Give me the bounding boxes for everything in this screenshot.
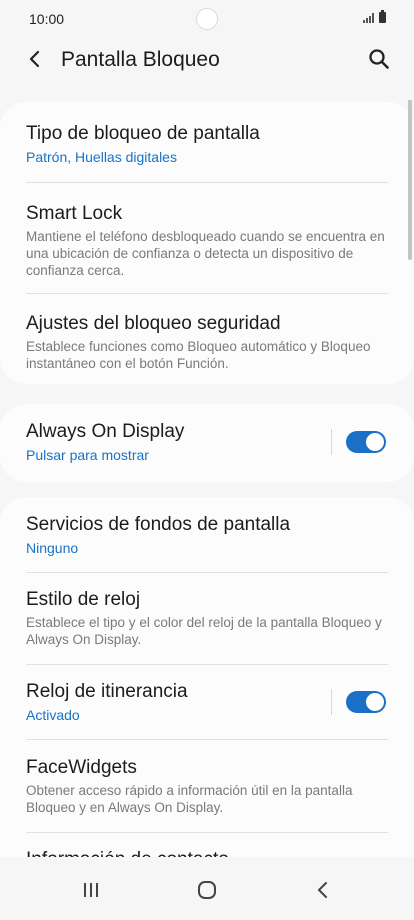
settings-list[interactable]: Tipo de bloqueo de pantalla Patrón, Huel… xyxy=(0,100,414,857)
smart-lock-item[interactable]: Smart Lock Mantiene el teléfono desbloqu… xyxy=(26,202,388,279)
recent-apps-button[interactable] xyxy=(71,875,111,905)
item-title: Tipo de bloqueo de pantalla xyxy=(26,123,260,144)
roaming-clock-toggle[interactable] xyxy=(346,691,386,713)
item-title: FaceWidgets xyxy=(26,757,137,778)
signal-icon xyxy=(363,13,374,23)
screen-lock-type-item[interactable]: Tipo de bloqueo de pantalla Patrón, Huel… xyxy=(26,122,388,166)
battery-icon xyxy=(379,10,386,23)
item-description: Mantiene el teléfono desbloqueado cuando… xyxy=(26,229,385,278)
item-subtitle: Ninguno xyxy=(26,540,79,556)
facewidgets-item[interactable]: FaceWidgets Obtener acceso rápido a info… xyxy=(26,756,388,816)
nav-back-icon xyxy=(318,882,327,898)
toggle-separator xyxy=(331,689,332,715)
recent-apps-icon xyxy=(84,883,98,897)
always-on-display-card: Always On Display Pulsar para mostrar xyxy=(0,404,414,482)
back-button[interactable] xyxy=(20,44,50,74)
status-time: 10:00 xyxy=(29,11,65,27)
item-subtitle: Pulsar para mostrar xyxy=(26,447,149,463)
item-title: Reloj de itinerancia xyxy=(26,681,188,702)
nav-back-button[interactable] xyxy=(303,875,343,905)
toggle-separator xyxy=(331,429,332,455)
item-description: Establece el tipo y el color del reloj d… xyxy=(26,615,382,647)
divider xyxy=(26,832,388,833)
item-title: Ajustes del bloqueo seguridad xyxy=(26,313,281,334)
always-on-display-toggle[interactable] xyxy=(346,431,386,453)
search-button[interactable] xyxy=(364,44,394,74)
item-title: Always On Display xyxy=(26,421,185,442)
app-bar: Pantalla Bloqueo xyxy=(0,36,414,84)
status-icons xyxy=(363,10,386,23)
divider xyxy=(26,664,388,665)
toggle-knob xyxy=(366,693,384,711)
scrollbar[interactable] xyxy=(408,100,412,260)
camera-cutout xyxy=(196,8,218,30)
page-title: Pantalla Bloqueo xyxy=(61,48,220,71)
item-description: Obtener acceso rápido a información útil… xyxy=(26,783,353,815)
navigation-bar xyxy=(0,857,414,920)
divider xyxy=(26,739,388,740)
search-icon xyxy=(369,49,389,69)
roaming-clock-item[interactable]: Reloj de itinerancia Activado xyxy=(26,680,314,724)
item-description: Establece funciones como Bloqueo automát… xyxy=(26,339,371,371)
divider xyxy=(26,293,388,294)
contact-information-item[interactable]: Información de contacto xyxy=(26,848,388,857)
toggle-knob xyxy=(366,433,384,451)
home-button[interactable] xyxy=(187,875,227,905)
item-title: Estilo de reloj xyxy=(26,589,141,610)
home-icon xyxy=(198,881,216,899)
clock-style-item[interactable]: Estilo de reloj Establece el tipo y el c… xyxy=(26,588,388,648)
divider xyxy=(26,572,388,573)
wallpaper-services-item[interactable]: Servicios de fondos de pantalla Ninguno xyxy=(26,513,388,557)
secure-lock-settings-item[interactable]: Ajustes del bloqueo seguridad Establece … xyxy=(26,312,388,372)
chevron-left-icon xyxy=(29,50,40,68)
security-card: Tipo de bloqueo de pantalla Patrón, Huel… xyxy=(0,102,414,384)
always-on-display-item[interactable]: Always On Display Pulsar para mostrar xyxy=(26,420,314,464)
divider xyxy=(26,182,388,183)
item-title: Servicios de fondos de pantalla xyxy=(26,514,291,535)
item-title: Smart Lock xyxy=(26,203,123,224)
item-subtitle: Activado xyxy=(26,707,80,723)
item-title: Información de contacto xyxy=(26,848,388,857)
lock-screen-extras-card: Servicios de fondos de pantalla Ninguno … xyxy=(0,497,414,857)
item-subtitle: Patrón, Huellas digitales xyxy=(26,149,177,165)
status-bar: 10:00 xyxy=(0,0,414,36)
